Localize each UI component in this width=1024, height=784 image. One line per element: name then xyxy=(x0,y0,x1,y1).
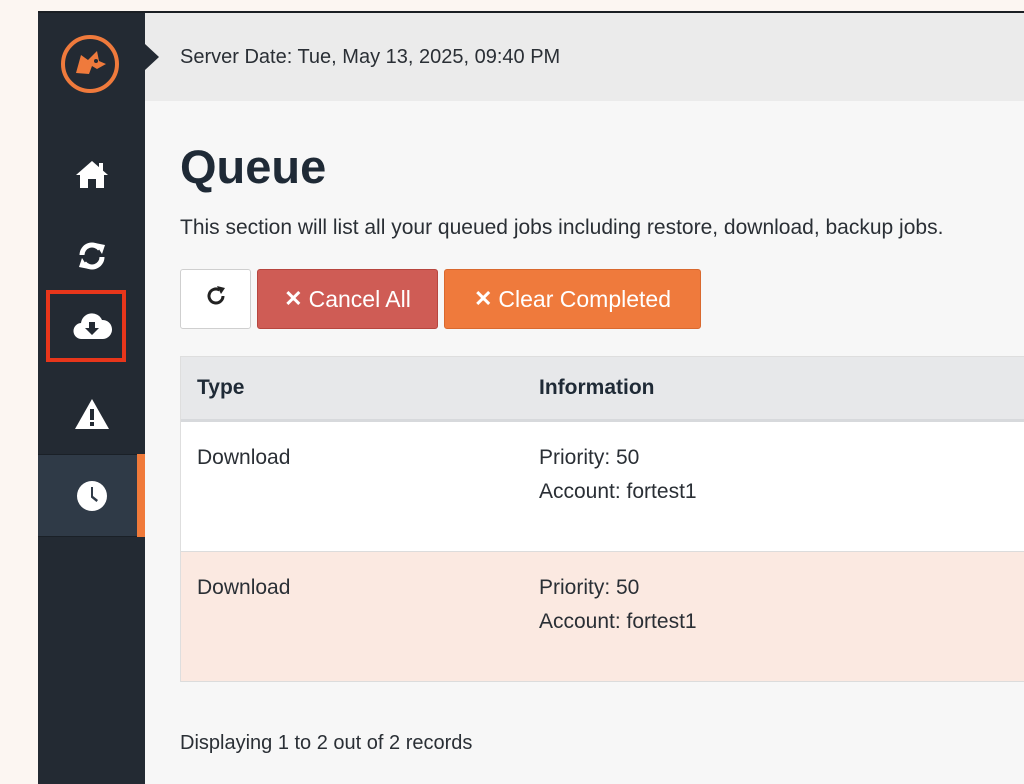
row-account: Account: fortest1 xyxy=(539,610,697,633)
clear-completed-button[interactable]: ✕ Clear Completed xyxy=(444,269,701,329)
column-header-information: Information xyxy=(539,376,655,399)
sidebar-item-alerts[interactable] xyxy=(38,373,145,455)
row-type: Download xyxy=(197,576,291,599)
home-icon xyxy=(75,159,109,189)
row-priority: Priority: 50 xyxy=(539,576,640,599)
refresh-button[interactable] xyxy=(180,269,251,329)
row-information: Priority: 50 Account: fortest1 xyxy=(539,441,1024,509)
table-header: Type Information xyxy=(181,356,1024,422)
x-icon: ✕ xyxy=(473,286,493,311)
x-icon: ✕ xyxy=(284,286,303,311)
fox-logo-icon[interactable] xyxy=(59,33,121,95)
cancel-all-button[interactable]: ✕ Cancel All xyxy=(257,269,438,329)
main-content: Server Date: Tue, May 13, 2025, 09:40 PM… xyxy=(145,13,1024,784)
server-date: Server Date: Tue, May 13, 2025, 09:40 PM xyxy=(180,45,561,68)
server-date-bar: Server Date: Tue, May 13, 2025, 09:40 PM xyxy=(145,13,1024,101)
row-information: Priority: 50 Account: fortest1 xyxy=(539,571,1024,639)
clock-icon xyxy=(76,480,108,512)
row-priority: Priority: 50 xyxy=(539,446,640,469)
active-indicator xyxy=(137,454,145,537)
sync-icon xyxy=(75,239,109,273)
app-window: Server Date: Tue, May 13, 2025, 09:40 PM… xyxy=(38,11,1024,784)
warning-icon xyxy=(74,398,110,430)
selection-highlight xyxy=(46,290,126,362)
sidebar xyxy=(38,13,145,784)
table-row[interactable]: Download Priority: 50 Account: fortest1 xyxy=(181,422,1024,552)
row-type: Download xyxy=(197,446,291,469)
sidebar-item-sync[interactable] xyxy=(38,215,145,297)
sidebar-item-queue[interactable] xyxy=(38,454,145,537)
clear-completed-label: Clear Completed xyxy=(498,285,672,312)
table-row[interactable]: Download Priority: 50 Account: fortest1 xyxy=(181,552,1024,682)
sidebar-item-home[interactable] xyxy=(38,133,145,215)
page-title: Queue xyxy=(180,140,327,193)
sidebar-pointer xyxy=(145,44,159,70)
refresh-icon xyxy=(204,284,228,314)
row-account: Account: fortest1 xyxy=(539,480,697,503)
page-description: This section will list all your queued j… xyxy=(180,216,944,239)
column-header-type: Type xyxy=(197,376,245,399)
records-summary: Displaying 1 to 2 out of 2 records xyxy=(180,732,473,754)
queue-toolbar: ✕ Cancel All ✕ Clear Completed xyxy=(180,269,1024,329)
cancel-all-label: Cancel All xyxy=(308,285,411,312)
queue-table: Type Information Download Priority: 50 A… xyxy=(180,356,1024,682)
